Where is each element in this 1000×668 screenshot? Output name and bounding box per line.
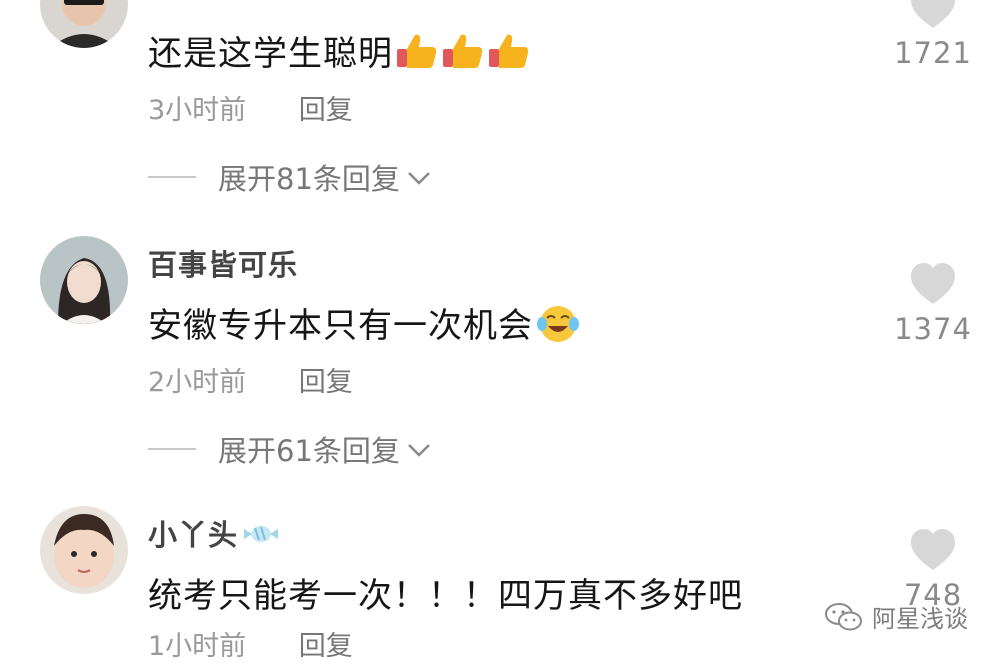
candy-icon (242, 519, 280, 556)
comment-2: 百事皆可乐 安徽专升本只有一次机会 2小时前 回复 展开61条回复 1374 (0, 236, 1000, 468)
reply-button[interactable]: 回复 (299, 367, 353, 398)
comment-meta: 1小时前 回复 (148, 624, 353, 663)
thumbs-up-icon (487, 31, 531, 80)
timestamp: 1小时前 (148, 631, 247, 662)
comment-1: 还是这学生聪明 3小时前 回复 展开81条回复 1721 (0, 0, 1000, 210)
like-count: 1374 (894, 312, 972, 346)
watermark: 阿星浅谈 (824, 599, 968, 634)
chevron-down-icon (406, 432, 432, 466)
divider (148, 176, 196, 178)
heart-icon (911, 263, 955, 304)
reply-button[interactable]: 回复 (299, 95, 353, 126)
like-button[interactable]: 1374 (888, 262, 978, 346)
wechat-icon (825, 602, 862, 630)
username[interactable]: 小丫头 (148, 512, 280, 556)
timestamp: 2小时前 (148, 367, 247, 398)
timestamp: 3小时前 (148, 95, 247, 126)
avatar[interactable] (40, 506, 128, 594)
comment-meta: 2小时前 回复 (148, 360, 353, 399)
like-button[interactable]: 1721 (888, 0, 978, 70)
comment-text: 还是这学生聪明 (148, 26, 531, 80)
expand-replies-button[interactable]: 展开81条回复 (148, 156, 432, 198)
heart-icon (911, 529, 955, 570)
comment-text: 安徽专升本只有一次机会 (148, 298, 581, 353)
thumbs-up-icon (441, 31, 485, 80)
expand-replies-button[interactable]: 展开61条回复 (148, 428, 432, 470)
laugh-cry-icon (535, 302, 581, 353)
comment-meta: 3小时前 回复 (148, 88, 353, 127)
username[interactable]: 百事皆可乐 (148, 242, 298, 284)
avatar[interactable] (40, 236, 128, 324)
avatar[interactable] (40, 0, 128, 48)
chevron-down-icon (406, 160, 432, 194)
heart-icon (911, 0, 955, 28)
comment-text: 统考只能考一次！！！四万真不多好吧 (148, 576, 743, 616)
thumbs-up-icon (395, 31, 439, 80)
divider (148, 448, 196, 450)
watermark-text: 阿星浅谈 (872, 605, 968, 633)
reply-button[interactable]: 回复 (299, 631, 353, 662)
comment-3: 小丫头 统考只能考一次！！！四万真不多好吧 1小时前 回复 748 (0, 506, 1000, 668)
like-count: 1721 (894, 36, 972, 70)
